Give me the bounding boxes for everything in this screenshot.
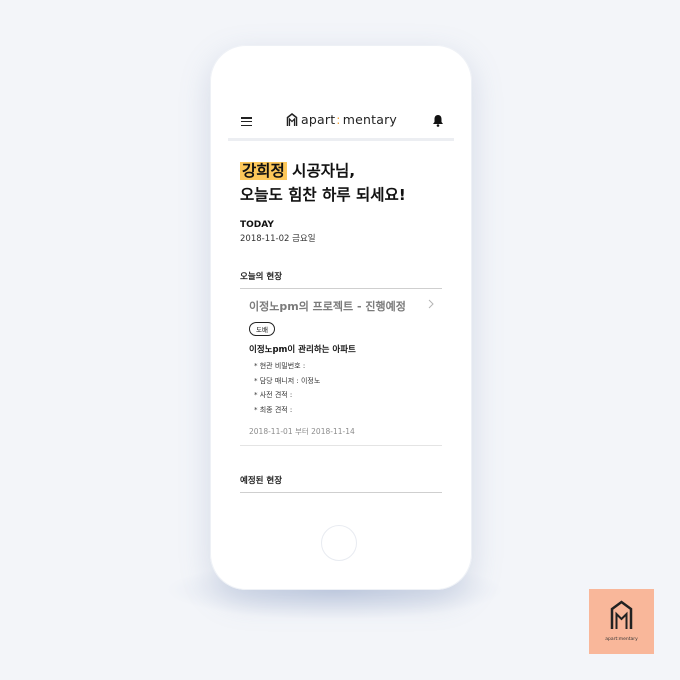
logo-mark-icon	[286, 112, 298, 126]
project-title[interactable]: 이정노pm의 프로젝트 - 진행예정	[249, 298, 433, 314]
project-card[interactable]: 이정노pm의 프로젝트 - 진행예정 도배 이정노pm이 관리하는 아파트 * …	[240, 289, 442, 446]
detail-door-password: * 현관 비밀번호 :	[254, 362, 306, 370]
top-navbar: apart : mentary	[228, 102, 454, 141]
detail-manager: * 담당 매니저 : 이정노	[254, 376, 321, 385]
greeting-message: 강희정 시공자님, 오늘도 힘찬 하루 되세요!	[240, 159, 442, 207]
bell-icon[interactable]	[432, 114, 444, 127]
detail-final-estimate: * 최종 견적 :	[254, 405, 293, 414]
user-name-highlight: 강희정	[240, 162, 287, 180]
brand-logo-tile: apart:mentary	[589, 589, 654, 654]
section-title-scheduled-site: 예정된 현장	[240, 474, 442, 493]
hamburger-menu-icon[interactable]	[241, 117, 252, 127]
logo-separator: :	[336, 112, 341, 127]
detail-pre-estimate: * 사전 견적 :	[254, 391, 293, 399]
main-content: 강희정 시공자님, 오늘도 힘찬 하루 되세요! TODAY 2018-11-0…	[228, 159, 454, 493]
logo-text-suffix: mentary	[342, 112, 398, 127]
greeting-suffix: 시공자님,	[286, 162, 356, 180]
apartment-title: 이정노pm이 관리하는 아파트	[249, 345, 356, 355]
chevron-right-icon[interactable]	[428, 299, 434, 309]
logo-text-prefix: apart	[301, 112, 336, 127]
phone-frame: apart : mentary 강희정 시공자님, 오늘도 힘찬 하루 되세요!…	[210, 45, 472, 590]
today-date: 2018-11-02 금요일	[240, 234, 316, 244]
app-screen: apart : mentary 강희정 시공자님, 오늘도 힘찬 하루 되세요!…	[228, 102, 454, 497]
brand-logo-text: apart:mentary	[605, 637, 638, 642]
project-details: * 현관 비밀번호 : * 담당 매니저 : 이정노 * 사전 견적 : * 최…	[249, 359, 433, 417]
work-type-badge: 도배	[249, 322, 275, 336]
brand-logo-icon	[610, 600, 633, 629]
project-period: 2018-11-01 부터 2018-11-14	[249, 427, 355, 436]
today-label: TODAY	[240, 220, 274, 230]
greeting-line-2: 오늘도 힘찬 하루 되세요!	[240, 186, 406, 204]
section-title-today-site: 오늘의 현장	[240, 270, 442, 289]
app-logo: apart : mentary	[286, 112, 397, 127]
home-button[interactable]	[321, 525, 357, 561]
